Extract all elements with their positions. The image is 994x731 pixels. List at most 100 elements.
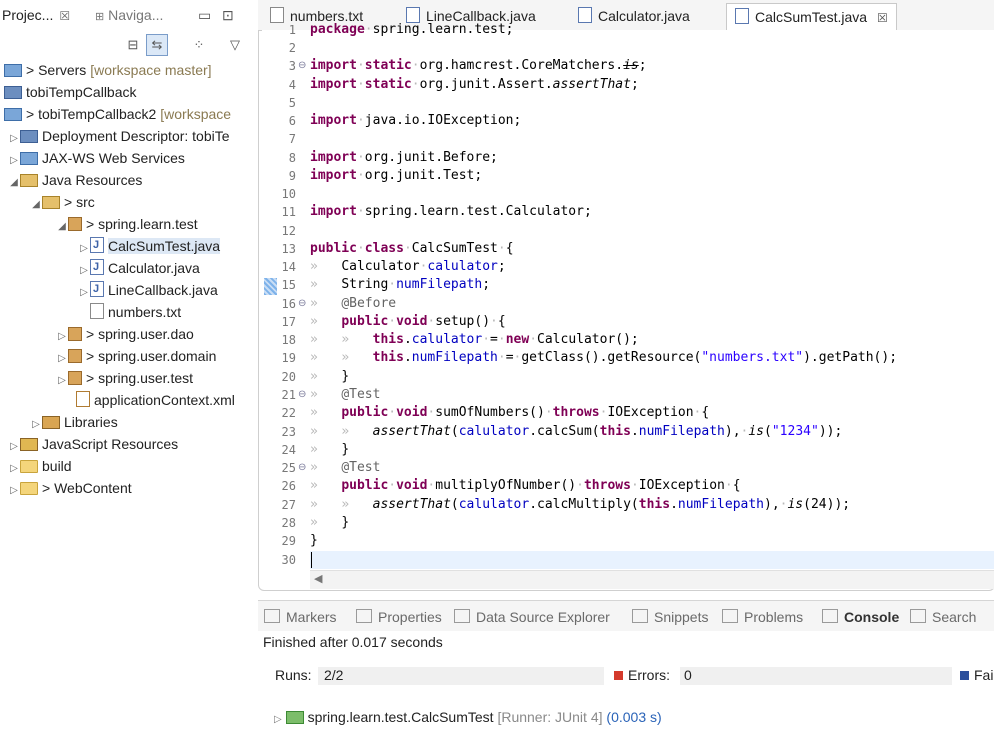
code-line: » public·void·sumOfNumbers()·throws·IOEx… [310, 405, 710, 420]
fold-collapse-icon[interactable]: ⊖ [298, 57, 308, 75]
tab-markers[interactable]: Markers [264, 607, 337, 627]
tab-console[interactable]: Console [822, 607, 899, 627]
tab-label: Search [932, 609, 977, 625]
tree-item-calculator[interactable]: ▷Calculator.java [78, 256, 200, 279]
tree-item-javascript-resources[interactable]: ▷ JavaScript Resources [8, 433, 178, 455]
fold-collapse-icon[interactable]: ⊖ [298, 295, 308, 313]
expand-arrow-icon[interactable]: ▷ [274, 714, 282, 725]
collapse-arrow-icon[interactable]: ◢ [56, 216, 68, 238]
tree-item-label: build [42, 458, 72, 474]
tab-label: Calculator.java [598, 8, 690, 24]
code-line: import·java.io.IOException; [310, 113, 522, 128]
line-number: 26 [281, 479, 296, 493]
code-line: » @Test [310, 387, 381, 402]
tree-item-linecallback[interactable]: ▷ LineCallback.java [78, 278, 218, 304]
tab-navigator[interactable]: ⊞ Naviga... [95, 5, 163, 25]
line-number: 8 [288, 151, 296, 165]
tree-item-numbers-txt[interactable]: numbers.txt [90, 301, 181, 323]
line-number: 12 [281, 224, 296, 238]
tree-item-application-context[interactable]: applicationContext.xml [76, 389, 235, 411]
java-file-icon [735, 8, 749, 24]
folder-icon [20, 460, 38, 473]
expand-arrow-icon[interactable]: ▷ [56, 370, 68, 392]
tab-search[interactable]: Search [910, 607, 976, 627]
code-line: » String·numFilepath; [310, 277, 491, 292]
tree-item-label: Deployment Descriptor: tobiTe [42, 128, 230, 144]
line-number: 10 [281, 187, 296, 201]
tree-item-tobitempcallback2[interactable]: > tobiTempCallback2 [workspace [4, 103, 231, 125]
close-icon[interactable]: ☒ [59, 9, 70, 23]
horizontal-scrollbar[interactable]: ◀ [310, 570, 994, 589]
tree-item-extra: [workspace master] [90, 62, 212, 78]
line-number: 6 [288, 114, 296, 128]
view-menu-icon[interactable]: ▽ [224, 34, 246, 56]
line-number: 20 [281, 370, 296, 384]
properties-icon [356, 609, 372, 623]
line-number: 17 [281, 315, 296, 329]
tab-project-explorer[interactable]: Projec... ☒ [2, 5, 70, 25]
filter-icon[interactable]: ⁘ [188, 34, 210, 56]
link-with-editor-icon[interactable]: ⇆ [146, 34, 168, 56]
error-icon [614, 671, 623, 680]
explorer-toolbar: ⊟ ⇆ ⁘ ▽ [120, 34, 258, 58]
tab-properties[interactable]: Properties [356, 607, 442, 627]
expand-arrow-icon[interactable]: ▷ [8, 480, 20, 502]
tab-label: Console [844, 609, 900, 625]
tree-item-servers[interactable]: > Servers [workspace master] [4, 59, 212, 81]
java-resources-icon [20, 174, 38, 187]
current-line-highlight [310, 551, 994, 569]
tree-item-label: Calculator.java [108, 260, 200, 276]
tree-item-webcontent[interactable]: ▷ > WebContent [8, 477, 132, 499]
tree-item-calcsumtest[interactable]: ▷CalcSumTest.java [78, 234, 221, 257]
minimize-icon[interactable]: ▭ [198, 5, 211, 25]
code-line: import·org.junit.Test; [310, 168, 483, 183]
tree-item-src[interactable]: ◢ > src [30, 191, 95, 213]
collapse-arrow-icon[interactable]: ◢ [8, 172, 20, 194]
tree-item-spring-user-dao[interactable]: ▷ > spring.user.dao [56, 323, 194, 345]
failure-icon [960, 671, 969, 680]
tree-item-build[interactable]: ▷ build [8, 455, 72, 477]
errors-value: 0 [684, 667, 692, 683]
fold-collapse-icon[interactable]: ⊖ [298, 459, 308, 477]
tree-item-spring-user-domain[interactable]: ▷ > spring.user.domain [56, 345, 216, 367]
close-icon[interactable]: ☒ [877, 11, 888, 25]
bottom-panel-tabs: Markers Properties Data Source Explorer … [258, 600, 994, 631]
package-icon [68, 327, 82, 341]
markers-icon [264, 609, 280, 623]
collapse-all-icon[interactable]: ⊟ [122, 34, 144, 56]
tab-problems[interactable]: Problems [722, 607, 803, 627]
code-line: » } [310, 369, 350, 384]
tree-item-spring-user-test[interactable]: ▷ > spring.user.test [56, 367, 193, 389]
java-interface-icon [90, 278, 104, 300]
tab-calculator-java[interactable]: Calculator.java [570, 3, 698, 29]
tree-item-label: LineCallback.java [108, 282, 218, 298]
line-number: 25 [281, 461, 296, 475]
code-line: » » this.numFilepath·=·getClass().getRes… [310, 350, 898, 365]
failures-label: Fai [974, 667, 994, 683]
tree-item-spring-learn-test[interactable]: ◢ > spring.learn.test [56, 213, 198, 235]
search-icon [910, 609, 926, 623]
tree-item-jax-ws[interactable]: ▷ JAX-WS Web Services [8, 147, 185, 169]
code-line: » public·void·multiplyOfNumber()·throws·… [310, 478, 741, 493]
tree-item-label: numbers.txt [108, 304, 182, 320]
web-project-icon [4, 108, 22, 121]
code-line: » @Before [310, 296, 397, 311]
tab-snippets[interactable]: Snippets [632, 607, 708, 627]
tree-item-libraries[interactable]: ▷ Libraries [30, 411, 118, 433]
expand-arrow-icon[interactable]: ▷ [78, 282, 90, 304]
tab-data-source-explorer[interactable]: Data Source Explorer [454, 607, 610, 627]
code-line: » } [310, 515, 350, 530]
collapse-arrow-icon[interactable]: ◢ [30, 194, 42, 216]
maximize-icon[interactable]: ⊡ [222, 5, 234, 25]
console-icon [822, 609, 838, 623]
tree-item-tobitempcallback[interactable]: tobiTempCallback [4, 81, 137, 103]
tree-item-label: CalcSumTest.java [108, 238, 221, 254]
line-number: 22 [281, 406, 296, 420]
fold-collapse-icon[interactable]: ⊖ [298, 386, 308, 404]
tree-item-deployment-descriptor[interactable]: ▷ Deployment Descriptor: tobiTe [8, 125, 230, 147]
test-result-row[interactable]: ▷ spring.learn.test.CalcSumTest [Runner:… [274, 709, 662, 725]
test-time: (0.003 s) [606, 709, 662, 725]
tree-item-java-resources[interactable]: ◢ Java Resources [8, 169, 142, 191]
tab-calcsumtest-java[interactable]: CalcSumTest.java ☒ [726, 3, 897, 30]
scroll-left-icon[interactable]: ◀ [314, 572, 322, 585]
